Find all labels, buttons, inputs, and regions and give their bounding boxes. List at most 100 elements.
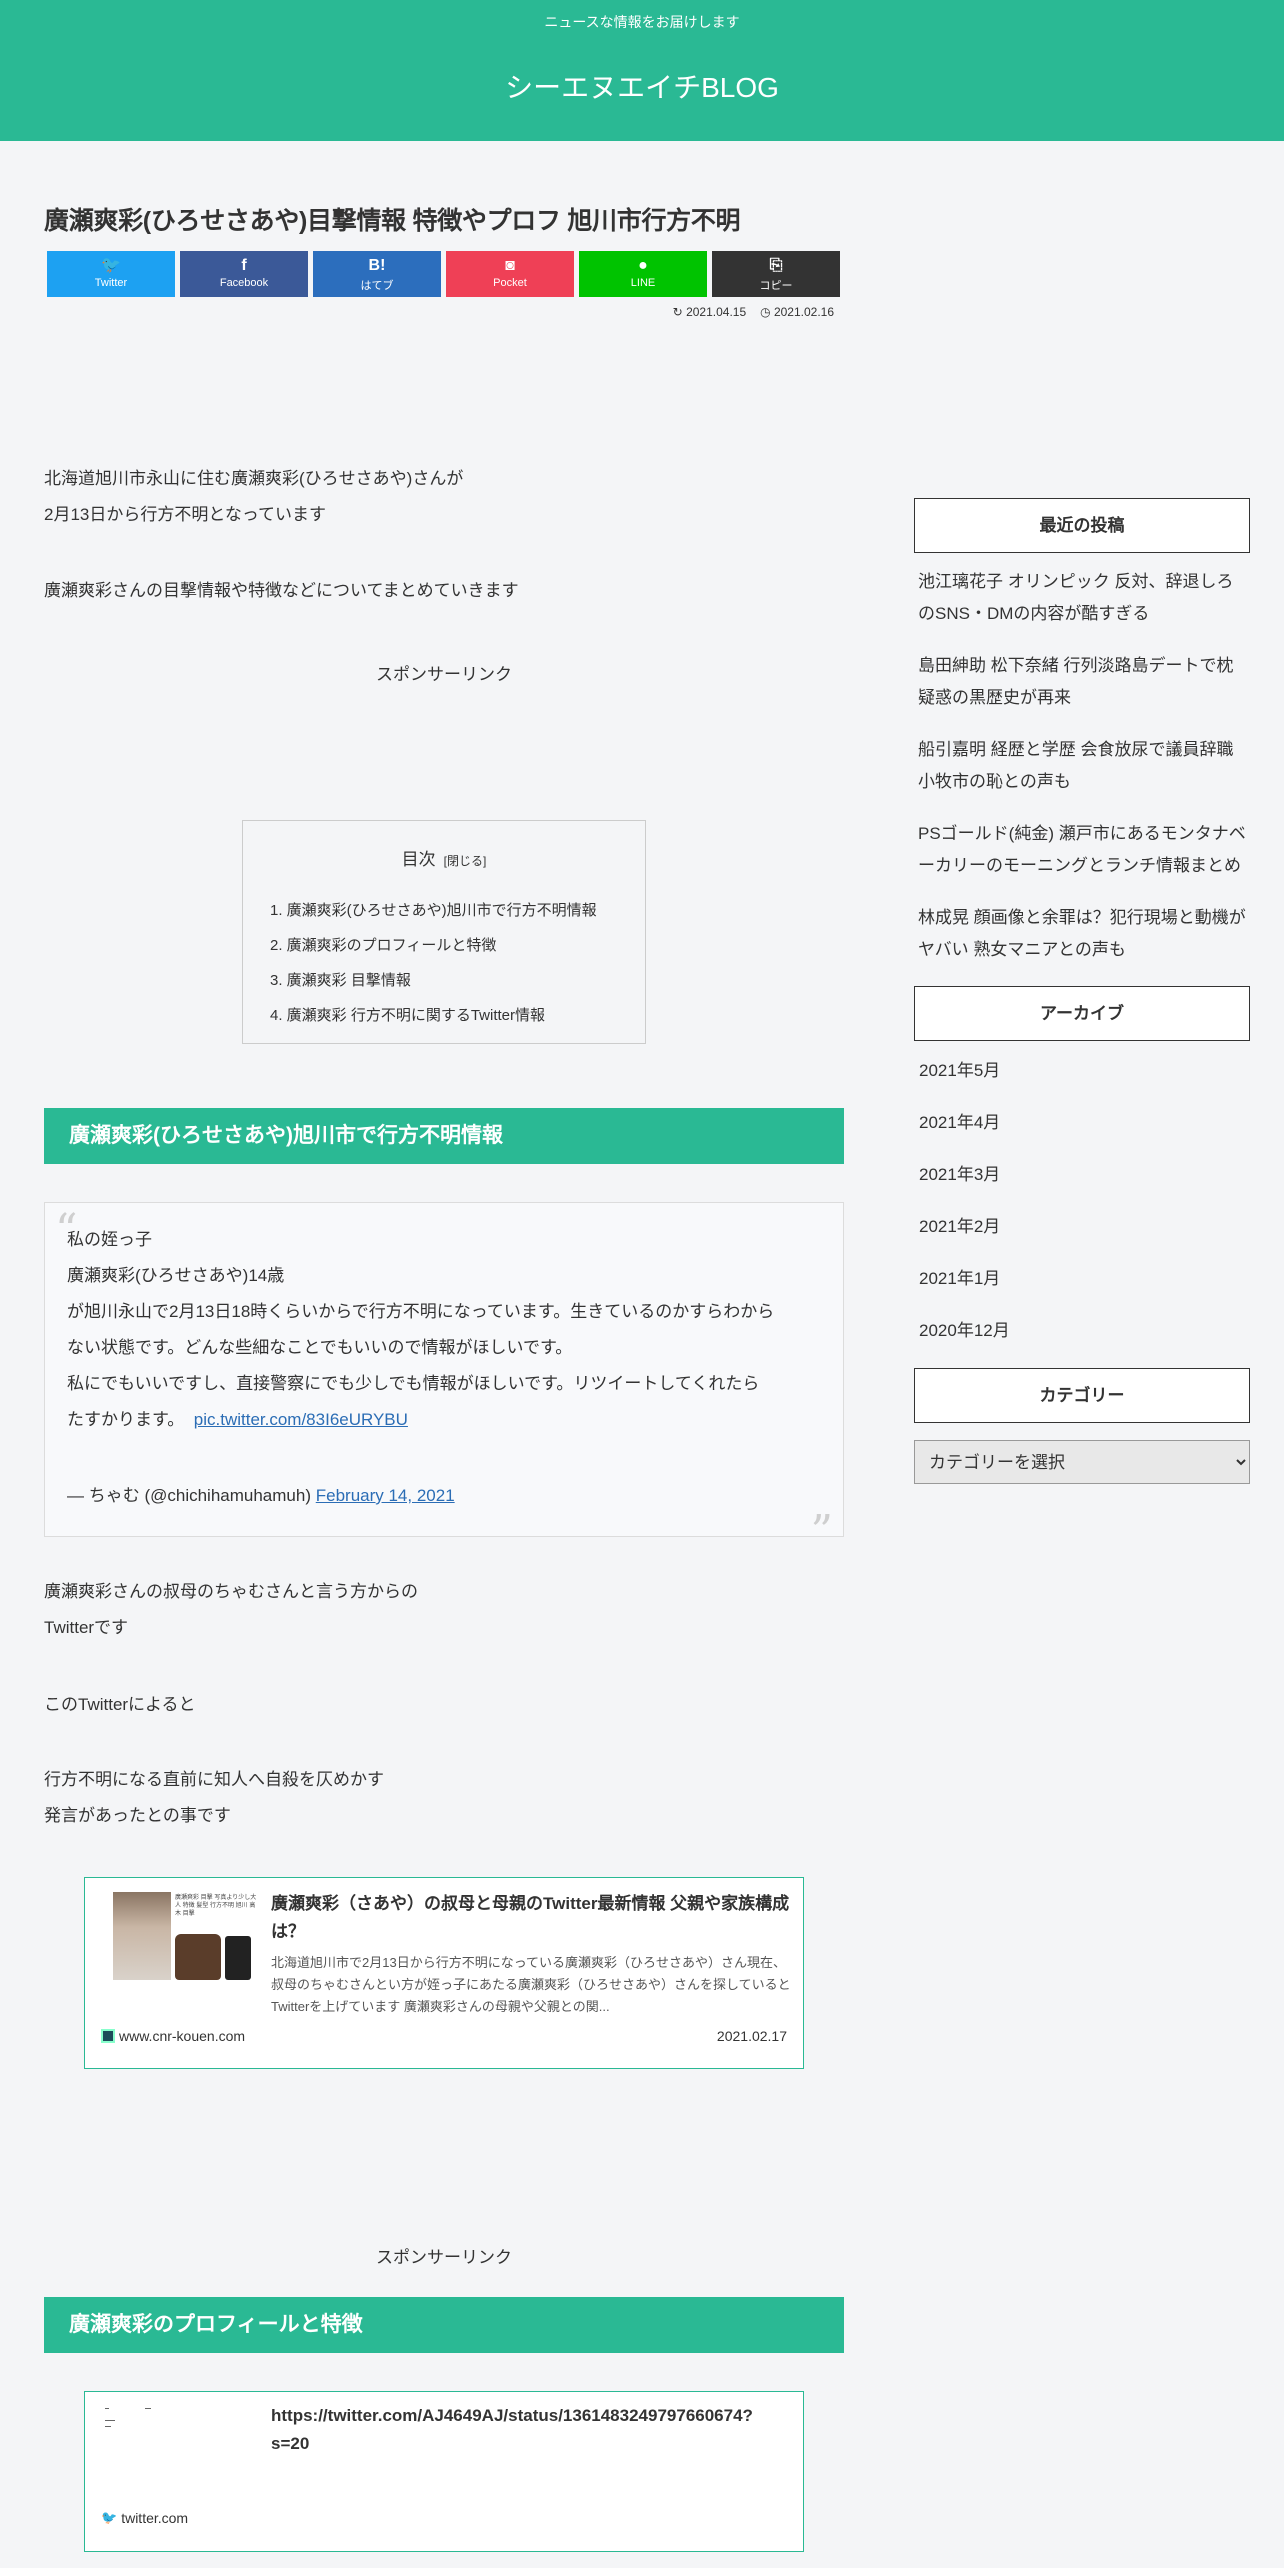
post-title: 廣瀬爽彩(ひろせさあや)目撃情報 特徴やプロフ 旭川市行方不明: [44, 207, 741, 235]
tweet-author: — ちゃむ (@chichihamuhamuh): [67, 1486, 311, 1505]
embedded-tweet: “ 私の姪っ子 廣瀬爽彩(ひろせさあや)14歳 が旭川永山で2月13日18時くら…: [44, 1202, 844, 1554]
section-heading-profile: 廣瀬爽彩のプロフィールと特徴: [44, 2297, 844, 2353]
share-pocket-button[interactable]: ◙ Pocket: [446, 251, 574, 297]
sponsor-label: スポンサーリンク: [376, 2248, 512, 2267]
intro-line-1: 北海道旭川市永山に住む廣瀬爽彩(ひろせさあや)さんが: [44, 469, 464, 488]
tweet-text: 私の姪っ子 廣瀬爽彩(ひろせさあや)14歳 が旭川永山で2月13日18時くらいか…: [67, 1222, 827, 1438]
share-buttons: 🐦 Twitter f Facebook B! はてブ ◙ Pocket ● L…: [47, 251, 840, 297]
card-thumbnail: 廣瀬爽彩 目撃 写真より少し大人 特徴 髪型 行方不明 旭川 高木 目撃: [109, 1892, 257, 1984]
paragraph-line: Twitterです: [44, 1618, 129, 1637]
post-dates: ↻ 2021.04.15 ◷ 2021.02.16: [673, 305, 834, 319]
copy-button[interactable]: ⎘ コピー: [712, 251, 840, 297]
share-hatena-label: はてブ: [360, 280, 394, 292]
recent-posts-list: 池江璃花子 オリンピック 反対、辞退しろのSNS・DMの内容が酷すぎる 島田紳助…: [914, 566, 1250, 966]
published-date: ◷ 2021.02.16: [760, 305, 834, 319]
sponsor-label: スポンサーリンク: [376, 665, 512, 684]
share-twitter-button[interactable]: 🐦 Twitter: [47, 251, 175, 297]
card-site-domain: twitter.com: [121, 2510, 189, 2526]
thumbnail-bag-image: [175, 1934, 221, 1980]
clock-icon: ◷: [760, 305, 774, 319]
recent-posts-title: 最近の投稿: [914, 498, 1250, 553]
recent-post-link[interactable]: PSゴールド(純金) 瀬戸市にあるモンタナベーカリーのモーニングとランチ情報まと…: [914, 818, 1250, 882]
recent-post-link[interactable]: 池江璃花子 オリンピック 反対、辞退しろのSNS・DMの内容が酷すぎる: [914, 566, 1250, 630]
paragraph-aunt-twitter: 廣瀬爽彩さんの叔母のちゃむさんと言う方からの Twitterです: [44, 1574, 418, 1646]
paragraph-suicide-hint: 行方不明になる直前に知人へ自殺を仄めかす 発言があったとの事です: [44, 1762, 384, 1834]
tweet-line-5: 私にでもいいですし、直接警察にでも少しでも情報がほしいです。リツイートしてくれた…: [67, 1374, 760, 1393]
tweet-date-link[interactable]: February 14, 2021: [316, 1486, 455, 1505]
thumbnail-caption: 廣瀬爽彩 目撃 写真より少し大人 特徴 髪型 行方不明 旭川 高木 目撃: [175, 1895, 257, 1917]
twitter-card-link[interactable]: https://twitter.com/AJ4649AJ/status/1361…: [84, 2391, 804, 2552]
copy-label: コピー: [759, 280, 793, 292]
tweet-line-2: 廣瀬爽彩(ひろせさあや)14歳: [67, 1266, 285, 1285]
archive-link[interactable]: 2021年1月: [914, 1264, 1250, 1316]
table-of-contents: 目次 [閉じる] 1. 廣瀬爽彩(ひろせさあや)旭川市で行方不明情報 2. 廣瀬爽…: [242, 820, 646, 1044]
archive-list: 2021年5月 2021年4月 2021年3月 2021年2月 2021年1月 …: [914, 1056, 1250, 1368]
tweet-line-1: 私の姪っ子: [67, 1230, 152, 1249]
updated-date-value: 2021.04.15: [686, 305, 747, 319]
published-date-value: 2021.02.16: [773, 305, 834, 319]
card-snippet: 北海道旭川市で2月13日から行方不明になっている廣瀬爽彩（ひろせさあや）さん現在…: [271, 1955, 791, 2014]
archive-link[interactable]: 2021年4月: [914, 1108, 1250, 1160]
share-line-label: LINE: [630, 277, 656, 289]
twitter-icon: 🐦: [101, 257, 121, 274]
twitter-bird-icon: 🐦: [101, 2510, 118, 2525]
toc-title: 目次: [401, 850, 436, 869]
archive-link[interactable]: 2020年12月: [914, 1316, 1250, 1368]
section-heading-missing-info: 廣瀬爽彩(ひろせさあや)旭川市で行方不明情報: [44, 1108, 844, 1164]
tweet-line-3: が旭川永山で2月13日18時くらいからで行方不明になっています。生きているのかす…: [67, 1302, 775, 1321]
updated-date: ↻ 2021.04.15: [673, 305, 746, 319]
sidebar: 最近の投稿 池江璃花子 オリンピック 反対、辞退しろのSNS・DMの内容が酷すぎ…: [914, 498, 1250, 1484]
toc-item[interactable]: 3. 廣瀬爽彩 目撃情報: [270, 963, 597, 998]
thumbnail-boot-image: [225, 1936, 251, 1980]
line-icon: ●: [638, 257, 648, 274]
recent-post-link[interactable]: 島田紳助 松下奈緒 行列淡路島デートで枕疑惑の黒歴史が再来: [914, 650, 1250, 714]
blog-card-link[interactable]: 廣瀬爽彩 目撃 写真より少し大人 特徴 髪型 行方不明 旭川 高木 目撃 廣瀬爽…: [84, 1877, 804, 2069]
intro-paragraph: 北海道旭川市永山に住む廣瀬爽彩(ひろせさあや)さんが 2月13日から行方不明とな…: [44, 461, 463, 533]
archive-link[interactable]: 2021年5月: [914, 1056, 1250, 1108]
recent-post-link[interactable]: 林成晃 顔画像と余罪は？犯行現場と動機がヤバい 熟女マニアとの声も: [914, 902, 1250, 966]
archive-link[interactable]: 2021年3月: [914, 1160, 1250, 1212]
copy-icon: ⎘: [769, 257, 783, 274]
tweet-attribution: — ちゃむ (@chichihamuhamuh) February 14, 20…: [67, 1481, 455, 1506]
tweet-line-6: たすかります。 pic.twitter.com/83I6eURYBU: [67, 1402, 827, 1438]
pocket-icon: ◙: [505, 257, 515, 274]
intro-line-2: 2月13日から行方不明となっています: [44, 505, 327, 524]
refresh-icon: ↻: [672, 305, 687, 319]
site-tagline: ニュースな情報をお届けします: [544, 14, 740, 30]
site-title-link[interactable]: シーエヌエイチBLOG: [0, 66, 1284, 106]
card-thumbnail-placeholder: [103, 2406, 253, 2496]
toc-close-toggle[interactable]: [閉じる]: [444, 854, 487, 868]
tweet-line-4: ない状態です。どんな些細なことでもいいので情報がほしいです。: [67, 1338, 573, 1357]
close-quote-icon: ”: [810, 1506, 834, 1557]
paragraph-according: このTwitterによると: [44, 1695, 196, 1714]
share-facebook-label: Facebook: [219, 277, 269, 289]
site-favicon-icon: [101, 2029, 115, 2043]
paragraph-line: 廣瀬爽彩さんの叔母のちゃむさんと言う方からの: [44, 1582, 418, 1601]
card-site: www.cnr-kouen.com: [101, 2028, 245, 2044]
toc-list: 1. 廣瀬爽彩(ひろせさあや)旭川市で行方不明情報 2. 廣瀬爽彩のプロフィール…: [270, 893, 597, 1033]
hatena-icon: B!: [368, 257, 386, 274]
facebook-icon: f: [241, 257, 247, 274]
toc-item[interactable]: 4. 廣瀬爽彩 行方不明に関するTwitter情報: [270, 998, 597, 1033]
category-title: カテゴリー: [914, 1368, 1250, 1423]
card-site-domain: www.cnr-kouen.com: [119, 2028, 246, 2044]
paragraph-line: 行方不明になる直前に知人へ自殺を仄めかす: [44, 1770, 384, 1789]
card-title: https://twitter.com/AJ4649AJ/status/1361…: [271, 2406, 753, 2453]
share-line-button[interactable]: ● LINE: [579, 251, 707, 297]
paragraph-line: 発言があったとの事です: [44, 1806, 231, 1825]
share-hatena-button[interactable]: B! はてブ: [313, 251, 441, 297]
category-select[interactable]: カテゴリーを選択: [914, 1440, 1250, 1484]
tweet-pic-link[interactable]: pic.twitter.com/83I6eURYBU: [194, 1410, 408, 1429]
share-twitter-label: Twitter: [94, 277, 128, 289]
tweet-line-6-text: たすかります。: [67, 1410, 185, 1429]
archive-title: アーカイブ: [914, 986, 1250, 1041]
share-pocket-label: Pocket: [493, 277, 527, 289]
card-date: 2021.02.17: [716, 2028, 787, 2044]
toc-item[interactable]: 2. 廣瀬爽彩のプロフィールと特徴: [270, 928, 597, 963]
intro-line-3: 廣瀬爽彩さんの目撃情報や特徴などについてまとめていきます: [44, 581, 519, 600]
share-facebook-button[interactable]: f Facebook: [180, 251, 308, 297]
archive-link[interactable]: 2021年2月: [914, 1212, 1250, 1264]
recent-post-link[interactable]: 船引嘉明 経歴と学歴 会食放尿で議員辞職 小牧市の恥との声も: [914, 734, 1250, 798]
site-header: ニュースな情報をお届けします シーエヌエイチBLOG: [0, 0, 1284, 141]
toc-item[interactable]: 1. 廣瀬爽彩(ひろせさあや)旭川市で行方不明情報: [270, 893, 597, 928]
